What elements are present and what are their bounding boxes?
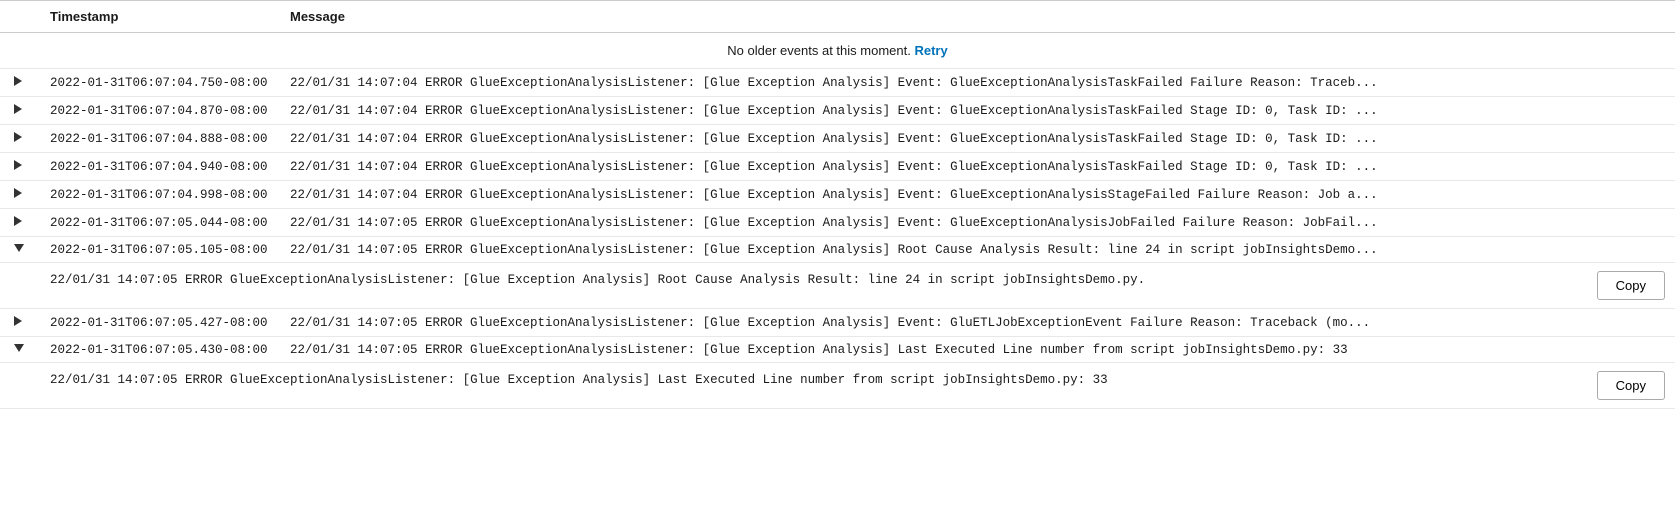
expanded-content-row: 22/01/31 14:07:05 ERROR GlueExceptionAna… — [0, 363, 1675, 409]
expand-cell[interactable] — [0, 69, 40, 97]
expand-button[interactable] — [10, 102, 26, 119]
expanded-content-wrapper: 22/01/31 14:07:05 ERROR GlueExceptionAna… — [50, 371, 1665, 400]
timestamp-cell: 2022-01-31T06:07:04.888-08:00 — [40, 125, 280, 153]
expanded-cell: 22/01/31 14:07:05 ERROR GlueExceptionAna… — [0, 363, 1675, 409]
timestamp-cell: 2022-01-31T06:07:04.998-08:00 — [40, 181, 280, 209]
expanded-text: 22/01/31 14:07:05 ERROR GlueExceptionAna… — [50, 271, 1577, 290]
message-cell: 22/01/31 14:07:05 ERROR GlueExceptionAna… — [280, 209, 1675, 237]
expand-cell[interactable] — [0, 125, 40, 153]
expand-button[interactable] — [10, 158, 26, 175]
expanded-text: 22/01/31 14:07:05 ERROR GlueExceptionAna… — [50, 371, 1577, 390]
expanded-content-row: 22/01/31 14:07:05 ERROR GlueExceptionAna… — [0, 263, 1675, 309]
triangle-right-icon — [14, 160, 22, 170]
expand-button[interactable] — [10, 74, 26, 91]
header-message: Message — [280, 1, 1675, 33]
triangle-down-icon — [14, 244, 24, 252]
message-cell: 22/01/31 14:07:04 ERROR GlueExceptionAna… — [280, 181, 1675, 209]
timestamp-cell: 2022-01-31T06:07:05.044-08:00 — [40, 209, 280, 237]
message-cell: 22/01/31 14:07:04 ERROR GlueExceptionAna… — [280, 125, 1675, 153]
copy-button[interactable]: Copy — [1597, 271, 1665, 300]
message-cell: 22/01/31 14:07:04 ERROR GlueExceptionAna… — [280, 69, 1675, 97]
timestamp-cell: 2022-01-31T06:07:05.427-08:00 — [40, 309, 280, 337]
table-row: 2022-01-31T06:07:05.044-08:0022/01/31 14… — [0, 209, 1675, 237]
triangle-right-icon — [14, 104, 22, 114]
triangle-right-icon — [14, 132, 22, 142]
table-row: 2022-01-31T06:07:05.105-08:0022/01/31 14… — [0, 237, 1675, 263]
expanded-cell: 22/01/31 14:07:05 ERROR GlueExceptionAna… — [0, 263, 1675, 309]
table-header: Timestamp Message — [0, 1, 1675, 33]
expand-cell[interactable] — [0, 181, 40, 209]
expand-cell[interactable] — [0, 97, 40, 125]
triangle-right-icon — [14, 76, 22, 86]
triangle-right-icon — [14, 216, 22, 226]
triangle-down-icon — [14, 344, 24, 352]
message-cell: 22/01/31 14:07:04 ERROR GlueExceptionAna… — [280, 153, 1675, 181]
triangle-right-icon — [14, 188, 22, 198]
table-row: 2022-01-31T06:07:05.430-08:0022/01/31 14… — [0, 337, 1675, 363]
header-timestamp: Timestamp — [40, 1, 280, 33]
expanded-content-wrapper: 22/01/31 14:07:05 ERROR GlueExceptionAna… — [50, 271, 1665, 300]
expand-button[interactable] — [10, 342, 28, 357]
no-events-text: No older events at this moment. — [727, 43, 914, 58]
expand-button[interactable] — [10, 214, 26, 231]
expand-cell[interactable] — [0, 153, 40, 181]
table-row: 2022-01-31T06:07:04.870-08:0022/01/31 14… — [0, 97, 1675, 125]
copy-button[interactable]: Copy — [1597, 371, 1665, 400]
no-events-row: No older events at this moment. Retry — [0, 33, 1675, 69]
message-cell: 22/01/31 14:07:05 ERROR GlueExceptionAna… — [280, 237, 1675, 263]
expand-button[interactable] — [10, 242, 28, 257]
timestamp-cell: 2022-01-31T06:07:04.870-08:00 — [40, 97, 280, 125]
expand-cell[interactable] — [0, 209, 40, 237]
message-cell: 22/01/31 14:07:05 ERROR GlueExceptionAna… — [280, 337, 1675, 363]
message-cell: 22/01/31 14:07:05 ERROR GlueExceptionAna… — [280, 309, 1675, 337]
timestamp-cell: 2022-01-31T06:07:04.750-08:00 — [40, 69, 280, 97]
timestamp-cell: 2022-01-31T06:07:05.105-08:00 — [40, 237, 280, 263]
triangle-right-icon — [14, 316, 22, 326]
table-row: 2022-01-31T06:07:04.750-08:0022/01/31 14… — [0, 69, 1675, 97]
log-table: Timestamp Message No older events at thi… — [0, 0, 1675, 409]
timestamp-cell: 2022-01-31T06:07:05.430-08:00 — [40, 337, 280, 363]
message-cell: 22/01/31 14:07:04 ERROR GlueExceptionAna… — [280, 97, 1675, 125]
header-expand — [0, 1, 40, 33]
table-row: 2022-01-31T06:07:04.998-08:0022/01/31 14… — [0, 181, 1675, 209]
table-row: 2022-01-31T06:07:04.940-08:0022/01/31 14… — [0, 153, 1675, 181]
timestamp-cell: 2022-01-31T06:07:04.940-08:00 — [40, 153, 280, 181]
table-row: 2022-01-31T06:07:05.427-08:0022/01/31 14… — [0, 309, 1675, 337]
expand-button[interactable] — [10, 186, 26, 203]
expand-cell[interactable] — [0, 309, 40, 337]
expand-button[interactable] — [10, 314, 26, 331]
expand-button[interactable] — [10, 130, 26, 147]
expand-cell[interactable] — [0, 337, 40, 363]
expand-cell[interactable] — [0, 237, 40, 263]
retry-link[interactable]: Retry — [914, 43, 947, 58]
table-row: 2022-01-31T06:07:04.888-08:0022/01/31 14… — [0, 125, 1675, 153]
